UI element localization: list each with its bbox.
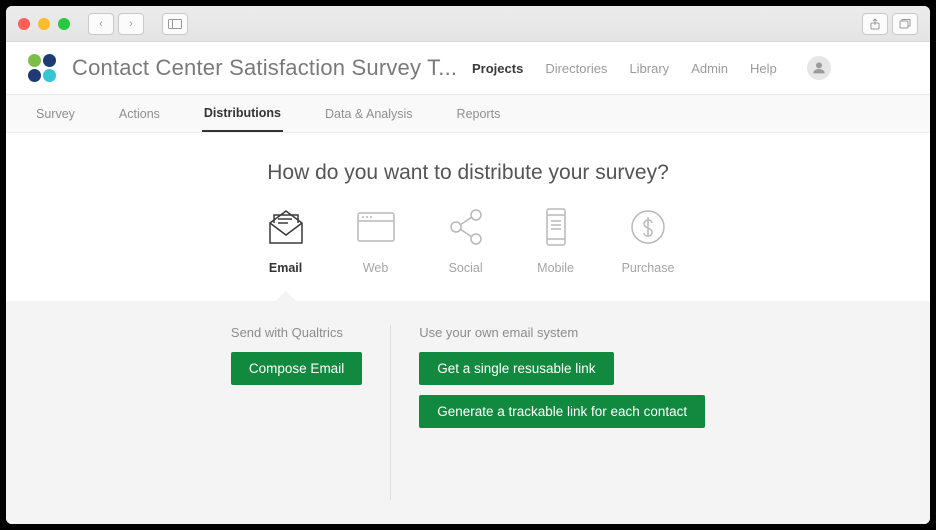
user-avatar[interactable] xyxy=(807,56,831,80)
email-panel-inner: Send with Qualtrics Compose Email Use yo… xyxy=(203,325,733,500)
distribution-options: Email Web xyxy=(6,203,930,301)
option-email[interactable]: Email xyxy=(262,203,310,275)
nav-admin[interactable]: Admin xyxy=(691,61,728,76)
sidebar-toggle-group xyxy=(162,13,188,35)
tab-data-analysis[interactable]: Data & Analysis xyxy=(323,97,415,131)
compose-email-button[interactable]: Compose Email xyxy=(231,352,362,385)
back-button[interactable]: ‹ xyxy=(88,13,114,35)
nav-back-forward: ‹ › xyxy=(88,13,144,35)
mobile-icon xyxy=(532,203,580,251)
panel-left-title: Send with Qualtrics xyxy=(231,325,362,340)
close-window-button[interactable] xyxy=(18,18,30,30)
tabs-button[interactable] xyxy=(892,13,918,35)
minimize-window-button[interactable] xyxy=(38,18,50,30)
option-purchase[interactable]: Purchase xyxy=(622,203,675,275)
nav-library[interactable]: Library xyxy=(629,61,669,76)
window-controls xyxy=(18,18,70,30)
qualtrics-logo xyxy=(28,54,56,82)
option-email-label: Email xyxy=(269,261,302,275)
app-header: Contact Center Satisfaction Survey T... … xyxy=(6,42,930,95)
toolbar-right xyxy=(862,13,918,35)
nav-help[interactable]: Help xyxy=(750,61,777,76)
single-link-button[interactable]: Get a single resusable link xyxy=(419,352,613,385)
option-web[interactable]: Web xyxy=(352,203,400,275)
option-purchase-label: Purchase xyxy=(622,261,675,275)
tab-actions[interactable]: Actions xyxy=(117,97,162,131)
panel-right-title: Use your own email system xyxy=(419,325,705,340)
top-nav: Projects Directories Library Admin Help xyxy=(472,56,831,80)
forward-button[interactable]: › xyxy=(118,13,144,35)
panel-col-own-system: Use your own email system Get a single r… xyxy=(391,325,733,500)
project-tabs: Survey Actions Distributions Data & Anal… xyxy=(6,95,930,133)
nav-projects[interactable]: Projects xyxy=(472,61,523,76)
email-icon xyxy=(262,203,310,251)
share-button[interactable] xyxy=(862,13,888,35)
tab-survey[interactable]: Survey xyxy=(34,97,77,131)
nav-directories[interactable]: Directories xyxy=(545,61,607,76)
option-web-label: Web xyxy=(363,261,388,275)
option-mobile[interactable]: Mobile xyxy=(532,203,580,275)
question-heading: How do you want to distribute your surve… xyxy=(6,133,930,203)
panel-col-qualtrics: Send with Qualtrics Compose Email xyxy=(203,325,391,500)
app-window: ‹ › Contact Center Satisfaction Survey T… xyxy=(6,6,930,524)
tab-reports[interactable]: Reports xyxy=(455,97,503,131)
tab-distributions[interactable]: Distributions xyxy=(202,96,283,132)
email-panel: Send with Qualtrics Compose Email Use yo… xyxy=(6,301,930,524)
web-icon xyxy=(352,203,400,251)
purchase-icon xyxy=(624,203,672,251)
sidebar-toggle-button[interactable] xyxy=(162,13,188,35)
option-social[interactable]: Social xyxy=(442,203,490,275)
window-titlebar: ‹ › xyxy=(6,6,930,42)
page-title: Contact Center Satisfaction Survey T... xyxy=(72,55,472,81)
trackable-link-button[interactable]: Generate a trackable link for each conta… xyxy=(419,395,705,428)
option-social-label: Social xyxy=(449,261,483,275)
zoom-window-button[interactable] xyxy=(58,18,70,30)
distributions-content: How do you want to distribute your surve… xyxy=(6,133,930,524)
social-icon xyxy=(442,203,490,251)
option-mobile-label: Mobile xyxy=(537,261,574,275)
